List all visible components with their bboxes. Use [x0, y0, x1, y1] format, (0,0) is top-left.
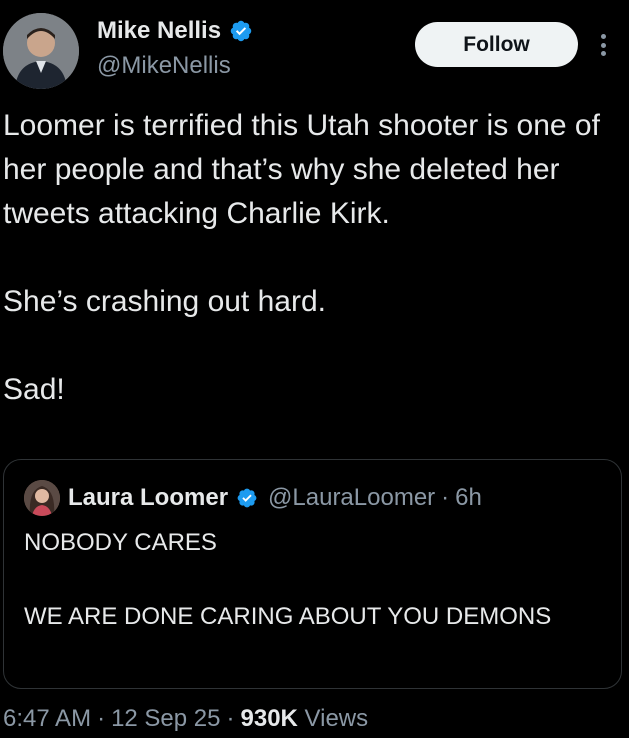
- tweet-paragraph: She’s crashing out hard.: [3, 285, 326, 318]
- quoted-author-handle[interactable]: @LauraLoomer: [268, 484, 435, 512]
- author-avatar[interactable]: [3, 13, 79, 89]
- more-options-icon[interactable]: [593, 28, 613, 62]
- quoted-author-name[interactable]: Laura Loomer: [68, 484, 228, 512]
- quoted-paragraph: NOBODY CARES: [24, 529, 217, 556]
- author-handle[interactable]: @MikeNellis: [97, 51, 231, 81]
- verified-badge-icon: [237, 488, 257, 508]
- tweet-time[interactable]: 6:47 AM: [3, 705, 91, 732]
- quoted-paragraph: WE ARE DONE CARING ABOUT YOU DEMONS: [24, 603, 552, 630]
- more-dot: [600, 42, 606, 48]
- tweet-date[interactable]: 12 Sep 25: [111, 705, 220, 732]
- quoted-separator: ·: [441, 484, 450, 511]
- quoted-tweet-time[interactable]: 6h: [455, 484, 482, 512]
- meta-separator: ·: [226, 705, 235, 732]
- author-name-row: Mike Nellis: [97, 16, 253, 46]
- quoted-tweet-text: NOBODY CARES WE ARE DONE CARING ABOUT YO…: [24, 524, 604, 635]
- follow-button[interactable]: Follow: [415, 22, 578, 67]
- views-count: 930K: [240, 705, 298, 732]
- author-avatar-image: [3, 13, 79, 89]
- tweet-meta: 6:47 AM · 12 Sep 25 · 930K Views: [3, 704, 368, 734]
- quoted-tweet-card[interactable]: Laura Loomer @LauraLoomer · 6h NOBODY CA…: [3, 459, 622, 689]
- more-dot: [600, 51, 606, 56]
- author-name[interactable]: Mike Nellis: [97, 16, 221, 46]
- quoted-tweet-header: Laura Loomer @LauraLoomer · 6h: [24, 480, 482, 516]
- quoted-author-avatar[interactable]: [24, 480, 60, 516]
- verified-badge-icon: [230, 20, 252, 42]
- tweet-paragraph: Loomer is terrified this Utah shooter is…: [3, 109, 600, 230]
- more-dot: [600, 34, 606, 39]
- tweet-paragraph: Sad!: [3, 373, 65, 406]
- views-label: Views: [304, 705, 369, 732]
- tweet-text: Loomer is terrified this Utah shooter is…: [3, 104, 603, 412]
- quoted-author-avatar-image: [24, 480, 60, 516]
- meta-separator: ·: [97, 705, 106, 732]
